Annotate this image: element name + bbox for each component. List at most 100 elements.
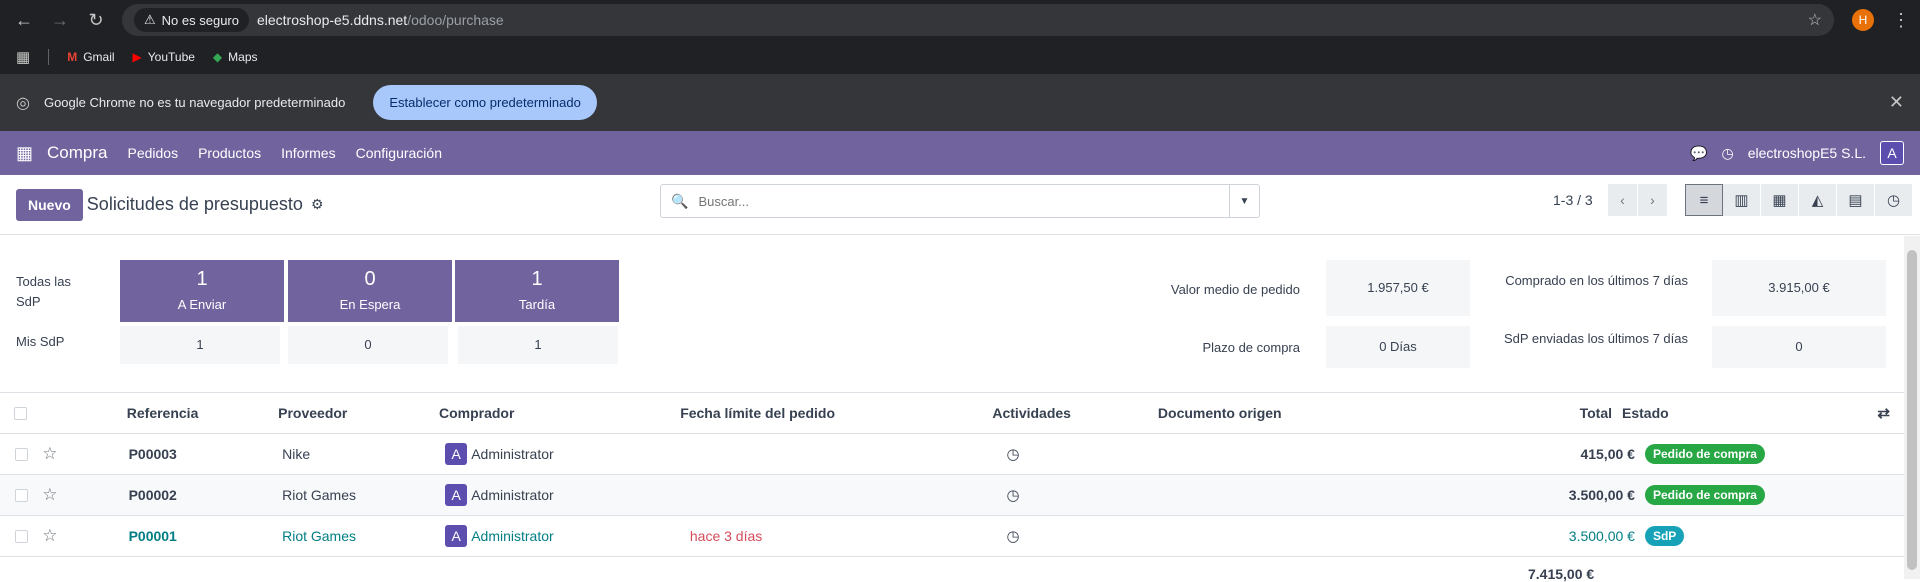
pivot-view-icon[interactable]: ▦ [1761,184,1799,216]
menu-pedidos[interactable]: Pedidos [127,145,178,161]
table-row[interactable]: ☆ P00003 Nike A Administrator ◷ 415,00 € … [0,434,1904,475]
menu-informes[interactable]: Informes [281,145,335,161]
row-activity[interactable]: ◷ [1007,486,1175,504]
select-all-checkbox[interactable] [0,406,42,420]
my-waiting[interactable]: 0 [288,326,448,364]
star-icon[interactable]: ☆ [42,526,128,546]
browser-toolbar: ← → ↻ ⚠ No es seguro electroshop-e5.ddns… [0,0,1920,40]
row-status: SdP [1635,526,1904,546]
bought-7d-value: 3.915,00 € [1712,260,1886,316]
star-icon[interactable]: ☆ [42,485,128,505]
apps-menu-icon[interactable]: ▦ [16,143,33,164]
profile-avatar[interactable]: H [1852,9,1874,31]
header-buyer[interactable]: Comprador [439,405,680,421]
row-status: Pedido de compra [1635,485,1904,505]
buyer-avatar: A [445,484,468,506]
scrollbar-thumb[interactable] [1907,250,1917,570]
row-activity[interactable]: ◷ [1007,527,1175,545]
row-checkbox[interactable] [0,447,42,461]
bookmark-star-icon[interactable]: ☆ [1808,10,1822,30]
pager-next-icon[interactable]: › [1638,184,1668,216]
header-vendor[interactable]: Proveedor [278,405,439,421]
row-buyer: A Administrator [445,525,690,547]
tile-waiting[interactable]: 0 En Espera [288,260,452,322]
user-avatar[interactable]: A [1880,141,1904,165]
close-icon[interactable]: ✕ [1889,92,1904,113]
new-button[interactable]: Nuevo [16,188,83,221]
header-deadline[interactable]: Fecha límite del pedido [680,405,992,421]
star-icon[interactable]: ☆ [42,444,128,464]
table-header: Referencia Proveedor Comprador Fecha lím… [0,392,1904,434]
row-vendor: Riot Games [282,528,357,544]
bookmark-maps[interactable]: ◆ Maps [213,50,258,64]
list-view-icon[interactable]: ≡ [1685,184,1723,216]
graph-view-icon[interactable]: ◭ [1799,184,1837,216]
row-checkbox[interactable] [0,529,42,543]
bookmark-youtube[interactable]: ▶ YouTube [133,50,195,64]
bookmarks-bar: ▦ M Gmail ▶ YouTube ◆ Maps [0,40,1920,74]
my-to-send[interactable]: 1 [120,326,280,364]
header-activities[interactable]: Actividades [992,405,1158,421]
back-icon[interactable]: ← [10,6,38,34]
app-name[interactable]: Compra [47,143,107,163]
header-total[interactable]: Total [1442,405,1612,421]
rfq-list: Referencia Proveedor Comprador Fecha lím… [0,392,1904,557]
table-row[interactable]: ☆ P00002 Riot Games A Administrator ◷ 3.5… [0,475,1904,516]
reload-icon[interactable]: ↻ [82,6,110,34]
kanban-view-icon[interactable]: ▥ [1723,184,1761,216]
url-text[interactable]: electroshop-e5.ddns.net/odoo/purchase [257,12,504,28]
tile-late[interactable]: 1 Tardía [455,260,619,322]
my-late[interactable]: 1 [458,326,618,364]
insecure-label: No es seguro [161,12,239,28]
all-rfq-label: Todas las SdP [16,274,71,309]
apps-grid-icon[interactable]: ▦ [16,48,30,66]
bookmark-separator [48,49,50,65]
sent-7d-label: SdP enviadas los últimos 7 días [1503,331,1688,346]
row-vendor: Riot Games [282,487,357,503]
header-ref[interactable]: Referencia [127,405,278,421]
chat-icon[interactable]: 💬 [1690,145,1707,162]
table-row[interactable]: ☆ P00001 Riot Games A Administrator hace … [0,516,1904,557]
odoo-navbar: ▦ Compra Pedidos Productos Informes Conf… [0,131,1920,175]
gear-icon[interactable]: ⚙ [311,196,324,213]
header-origin[interactable]: Documento origen [1158,405,1442,421]
tile-to-send[interactable]: 1 A Enviar [120,260,284,322]
row-buyer: A Administrator [445,443,690,465]
row-vendor: Nike [282,446,311,462]
activity-clock-icon[interactable]: ◷ [1007,446,1020,463]
company-name[interactable]: electroshopE5 S.L. [1748,145,1866,161]
row-ref: P00002 [128,487,177,503]
pager-value[interactable]: 1-3 / 3 [1553,192,1593,208]
insecure-indicator[interactable]: ⚠ No es seguro [134,8,249,32]
activity-clock-icon[interactable]: ◷ [1007,487,1020,504]
menu-productos[interactable]: Productos [198,145,261,161]
header-status[interactable]: Estado [1612,405,1877,421]
bought-7d-label: Comprado en los últimos 7 días [1505,273,1688,288]
gmail-icon: M [67,50,78,64]
scrollbar[interactable] [1904,236,1920,579]
optional-columns-icon[interactable]: ⇄ [1877,404,1904,422]
search-input[interactable] [698,193,1229,209]
row-activity[interactable]: ◷ [1007,445,1175,463]
set-default-button[interactable]: Establecer como predeterminado [373,85,597,120]
activity-view-icon[interactable]: ◷ [1875,184,1913,216]
row-ref: P00003 [128,446,177,462]
view-switcher: ≡ ▥ ▦ ◭ ▤ ◷ [1685,184,1913,216]
activity-clock-icon[interactable]: ◷ [1007,528,1020,545]
search-icon: 🔍 [671,192,689,209]
calendar-view-icon[interactable]: ▤ [1837,184,1875,216]
forward-icon[interactable]: → [46,6,74,34]
more-menu-icon[interactable]: ⋮ [1892,10,1910,31]
row-buyer: A Administrator [445,484,690,506]
address-bar[interactable]: ⚠ No es seguro electroshop-e5.ddns.net/o… [122,4,1834,36]
row-checkbox[interactable] [0,488,42,502]
pager-prev-icon[interactable]: ‹ [1608,184,1638,216]
buyer-avatar: A [445,525,468,547]
menu-configuracion[interactable]: Configuración [356,145,442,161]
row-status: Pedido de compra [1635,444,1904,464]
default-browser-infobar: ◎ Google Chrome no es tu navegador prede… [0,74,1920,131]
activity-clock-icon[interactable]: ◷ [1721,145,1733,162]
search-options-toggle[interactable]: ▼ [1229,185,1259,217]
row-deadline: hace 3 días [689,528,763,544]
bookmark-gmail[interactable]: M Gmail [67,50,114,64]
